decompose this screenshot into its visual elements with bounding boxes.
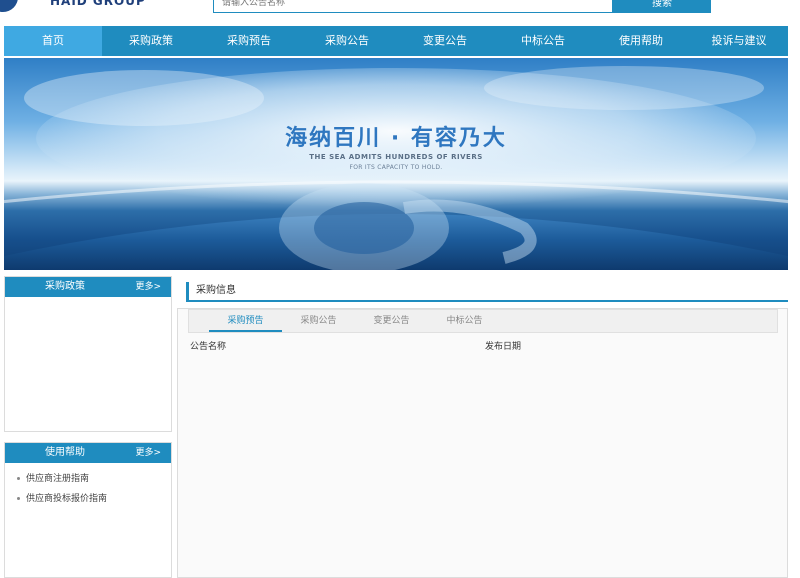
help-link-label: 供应商注册指南 bbox=[26, 474, 90, 484]
logo-icon bbox=[0, 0, 18, 12]
procurement-info-box: 采购预告 采购公告 变更公告 中标公告 公告名称 发布日期 bbox=[177, 308, 788, 578]
column-header-date: 发布日期 bbox=[485, 342, 522, 352]
header: HAID GROUP 搜索 bbox=[0, 0, 800, 26]
policy-panel-header: 采购政策 更多> bbox=[5, 277, 171, 297]
info-tabs: 采购预告 采购公告 变更公告 中标公告 bbox=[188, 309, 778, 333]
help-panel: 使用帮助 更多> 供应商注册指南 供应商投标报价指南 bbox=[4, 442, 172, 578]
nav-item-procurement-policy[interactable]: 采购政策 bbox=[102, 26, 200, 56]
nav-item-help[interactable]: 使用帮助 bbox=[592, 26, 690, 56]
tab-procurement-preview[interactable]: 采购预告 bbox=[209, 310, 282, 332]
hero-banner: 海纳百川 · 有容乃大 THE SEA ADMITS HUNDREDS OF R… bbox=[4, 58, 788, 270]
nav-item-home[interactable]: 首页 bbox=[4, 26, 102, 56]
banner-subtitle-2: FOR ITS CAPACITY TO HOLD. bbox=[349, 164, 443, 171]
policy-more-link[interactable]: 更多> bbox=[135, 277, 161, 297]
nav-item-award-notice[interactable]: 中标公告 bbox=[494, 26, 592, 56]
policy-panel: 采购政策 更多> bbox=[4, 276, 172, 432]
search-button[interactable]: 搜索 bbox=[613, 0, 711, 13]
nav-item-complaints[interactable]: 投诉与建议 bbox=[690, 26, 788, 56]
help-more-link[interactable]: 更多> bbox=[135, 443, 161, 463]
search-input[interactable] bbox=[213, 0, 613, 13]
bullet-icon bbox=[17, 497, 20, 500]
main-nav: 首页 采购政策 采购预告 采购公告 变更公告 中标公告 使用帮助 投诉与建议 bbox=[4, 26, 788, 56]
tab-procurement-notice[interactable]: 采购公告 bbox=[282, 310, 355, 332]
tab-change-notice[interactable]: 变更公告 bbox=[355, 310, 428, 332]
section-header: 采购信息 bbox=[186, 282, 788, 302]
help-panel-title: 使用帮助 bbox=[45, 447, 85, 458]
banner-title: 海纳百川 · 有容乃大 bbox=[285, 126, 507, 151]
section-accent-bar bbox=[186, 282, 189, 300]
help-list: 供应商注册指南 供应商投标报价指南 bbox=[5, 463, 171, 509]
bullet-icon bbox=[17, 477, 20, 480]
nav-item-procurement-notice[interactable]: 采购公告 bbox=[298, 26, 396, 56]
help-panel-header: 使用帮助 更多> bbox=[5, 443, 171, 463]
column-header-name: 公告名称 bbox=[190, 342, 227, 352]
logo-text: HAID GROUP bbox=[50, 0, 146, 8]
banner-subtitle: THE SEA ADMITS HUNDREDS OF RIVERS bbox=[309, 153, 483, 161]
nav-item-procurement-preview[interactable]: 采购预告 bbox=[200, 26, 298, 56]
section-title: 采购信息 bbox=[196, 285, 236, 296]
policy-panel-title: 采购政策 bbox=[45, 281, 85, 292]
help-link-supplier-registration[interactable]: 供应商注册指南 bbox=[5, 469, 171, 489]
tab-award-notice[interactable]: 中标公告 bbox=[428, 310, 501, 332]
nav-item-change-notice[interactable]: 变更公告 bbox=[396, 26, 494, 56]
help-link-supplier-bidding[interactable]: 供应商投标报价指南 bbox=[5, 489, 171, 509]
help-link-label: 供应商投标报价指南 bbox=[26, 494, 108, 504]
